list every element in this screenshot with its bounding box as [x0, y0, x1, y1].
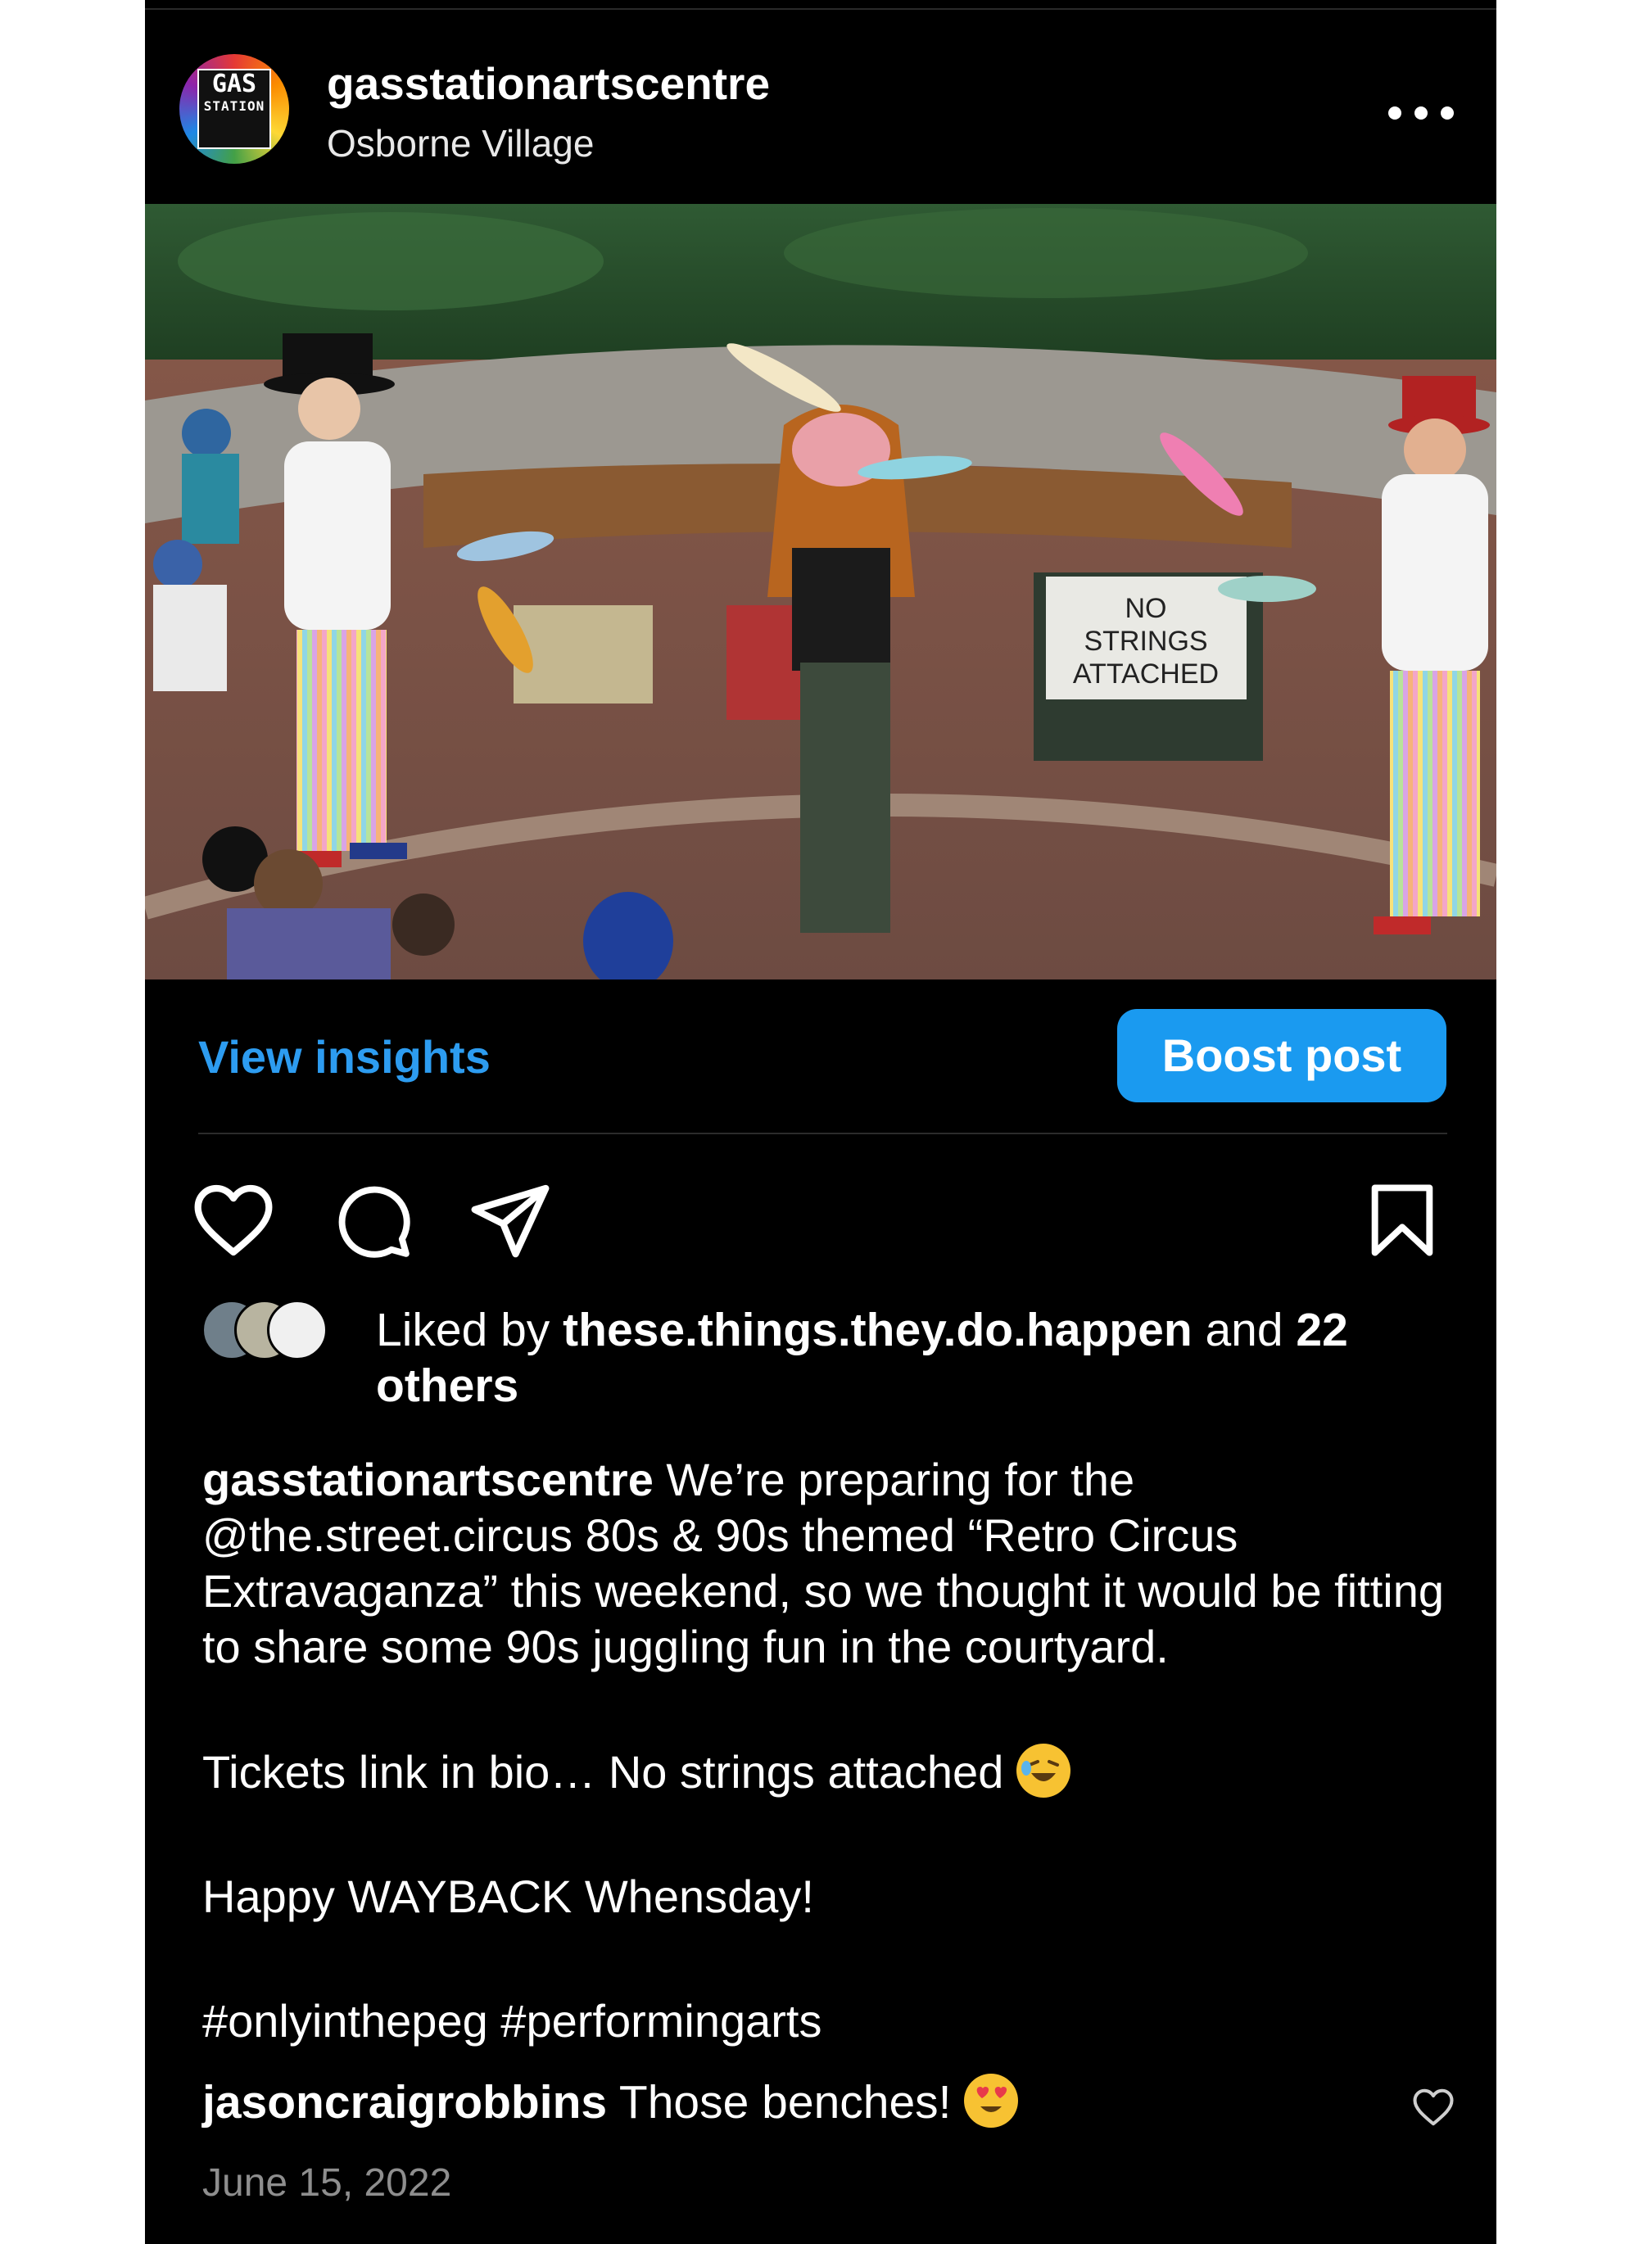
post-photo[interactable]: NO STRINGS ATTACHED [145, 204, 1496, 979]
post-caption: gasstationartscentre We’re preparing for… [202, 1452, 1480, 2049]
top-divider [145, 8, 1496, 10]
caption-username[interactable]: gasstationartscentre [202, 1454, 654, 1505]
more-icon [1388, 106, 1401, 120]
liker-avatars[interactable] [201, 1300, 349, 1365]
post-location[interactable]: Osborne Village [327, 121, 594, 165]
boost-post-button[interactable]: Boost post [1117, 1009, 1446, 1102]
sign-line-2: STRINGS [1084, 626, 1207, 657]
share-icon[interactable] [466, 1178, 554, 1263]
save-icon[interactable] [1361, 1176, 1443, 1265]
avatar-logo: GAS STATION [197, 69, 271, 149]
comment: jasoncraigrobbins Those benches! [202, 2074, 1019, 2129]
caption-paragraph-2: Tickets link in bio… No strings attached [202, 1744, 1480, 1800]
caption-paragraph-3: Happy WAYBACK Whensday! [202, 1871, 814, 1922]
liked-by-prefix: Liked by [376, 1304, 563, 1356]
comment-text: Those benches! [607, 2076, 965, 2129]
liker-avatar [267, 1300, 328, 1360]
heart-eyes-emoji-icon [964, 2074, 1019, 2128]
caption-hashtags[interactable]: #onlyinthepeg #performingarts [202, 1993, 1480, 2049]
likes-count[interactable]: 22 [1296, 1304, 1347, 1356]
rolling-laughing-emoji-icon [1016, 1744, 1070, 1798]
caption-text-2: Tickets link in bio… No strings attached [202, 1746, 1016, 1798]
sign-line-3: ATTACHED [1073, 658, 1219, 690]
more-options-button[interactable] [1388, 92, 1454, 133]
liked-by-text[interactable]: Liked by these.things.they.do.happen and… [376, 1302, 1432, 1414]
comment-icon[interactable] [332, 1178, 414, 1263]
likes-others[interactable]: others [376, 1360, 518, 1412]
post-author-username[interactable]: gasstationartscentre [327, 57, 770, 110]
caption-paragraph-1: gasstationartscentre We’re preparing for… [202, 1452, 1480, 1675]
comment-username[interactable]: jasoncraigrobbins [202, 2076, 607, 2129]
avatar-logo-bottom: STATION [203, 98, 265, 114]
section-divider [198, 1133, 1447, 1134]
heart-icon[interactable] [191, 1178, 276, 1263]
avatar[interactable]: GAS STATION [179, 54, 289, 164]
avatar-logo-top: GAS [211, 70, 257, 98]
liked-by-middle: and [1192, 1304, 1297, 1356]
liked-by-user[interactable]: these.things.they.do.happen [563, 1304, 1193, 1356]
post-date: June 15, 2022 [202, 2161, 452, 2205]
post-screen: GAS STATION gasstationartscentre Osborne… [145, 0, 1496, 2244]
sign-line-1: NO [1125, 593, 1167, 624]
more-icon-dot [1441, 106, 1454, 120]
view-insights-link[interactable]: View insights [198, 1030, 491, 1084]
more-icon-dot [1414, 106, 1428, 120]
comment-like-icon[interactable] [1410, 2085, 1456, 2129]
